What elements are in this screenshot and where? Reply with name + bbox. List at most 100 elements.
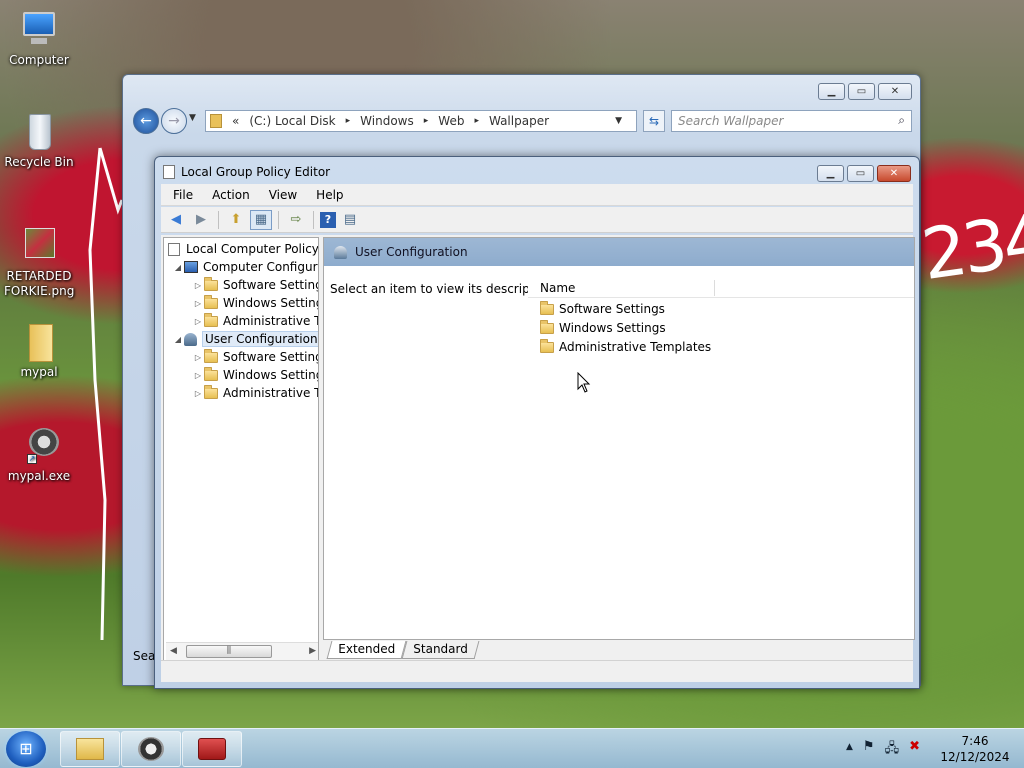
search-input[interactable]: Search Wallpaper ⌕ [671, 110, 912, 132]
toolbar-separator [278, 210, 279, 229]
expand-arrow-icon[interactable]: ▷ [192, 371, 204, 380]
recycle-bin-icon [17, 112, 61, 152]
forward-button[interactable]: → [161, 108, 187, 134]
breadcrumb-web[interactable]: Web [438, 114, 464, 128]
forward-arrow-icon[interactable]: ▶ [190, 210, 212, 230]
desktop-icon-label: Recycle Bin [4, 155, 74, 169]
system-clock[interactable]: 7:46 12/12/2024 [940, 733, 1010, 765]
tree-item-user-windows-settings[interactable]: ▷ Windows Setting [192, 366, 318, 384]
list-item-windows-settings[interactable]: Windows Settings [540, 319, 666, 335]
recent-pages-dropdown[interactable]: ▼ [189, 113, 196, 123]
column-header-name[interactable]: Name [540, 281, 575, 295]
column-divider[interactable] [714, 280, 715, 296]
system-tray: ▲ ⚑ 🖧 ✖ [846, 739, 920, 761]
tree-item-local-computer-policy[interactable]: Local Computer Policy [168, 240, 319, 258]
details-pane: User Configuration Select an item to vie… [323, 237, 915, 640]
breadcrumb-separator[interactable]: ▸ [424, 116, 429, 126]
expand-arrow-icon[interactable]: ▷ [192, 317, 204, 326]
desktop-icon-image-file[interactable]: RETARDED FORKIE.png [4, 226, 74, 299]
show-hidden-icons-icon[interactable]: ▲ [846, 739, 853, 761]
show-hide-console-tree-icon[interactable]: ▦ [250, 209, 272, 230]
console-tree[interactable]: Local Computer Policy ◢ Computer Configu… [163, 237, 319, 661]
tree-item-label: Computer Configura [203, 260, 319, 274]
folder-icon [540, 319, 554, 334]
menu-file[interactable]: File [161, 188, 200, 202]
toolbar-separator [313, 210, 314, 229]
tab-extended[interactable]: Extended [326, 641, 407, 659]
collapse-arrow-icon[interactable]: ◢ [172, 335, 184, 344]
tree-item-label: Local Computer Policy [186, 242, 319, 256]
tree-item-label: Windows Setting [223, 296, 319, 310]
tree-item-label: User Configuration [202, 331, 318, 347]
taskbar-gpedit-button[interactable] [182, 731, 242, 767]
taskbar-mypal-button[interactable] [121, 731, 181, 767]
address-bar[interactable]: « (C:) Local Disk ▸ Windows ▸ Web ▸ Wall… [205, 110, 637, 132]
network-icon[interactable]: 🖧 [885, 739, 900, 761]
folder-icon [204, 294, 218, 309]
desktop-icon-computer[interactable]: Computer [4, 10, 74, 68]
tree-item-user-software-settings[interactable]: ▷ Software Settings [192, 348, 318, 366]
list-item-label: Administrative Templates [559, 340, 712, 354]
expand-arrow-icon[interactable]: ▷ [192, 389, 204, 398]
gpedit-window[interactable]: Local Group Policy Editor ▁ ▭ ✕ File Act… [154, 156, 920, 689]
scroll-right-arrow-icon[interactable]: ▶ [309, 646, 316, 656]
minimize-button[interactable]: ▁ [818, 83, 845, 100]
folder-icon [204, 312, 218, 327]
expand-arrow-icon[interactable]: ▷ [192, 353, 204, 362]
desktop-icon-mypal-exe[interactable]: ↗ mypal.exe [4, 426, 74, 484]
breadcrumb-local-disk[interactable]: (C:) Local Disk [249, 114, 335, 128]
back-arrow-icon[interactable]: ◀ [165, 210, 187, 230]
refresh-button[interactable]: ⇆ [643, 110, 665, 132]
collapse-arrow-icon[interactable]: ◢ [172, 263, 184, 272]
desktop-icon-recycle-bin[interactable]: Recycle Bin [4, 112, 74, 170]
breadcrumb-wallpaper[interactable]: Wallpaper [489, 114, 549, 128]
shortcut-arrow-icon: ↗ [27, 454, 37, 464]
back-button[interactable]: ← [133, 108, 159, 134]
scroll-left-arrow-icon[interactable]: ◀ [170, 646, 177, 656]
close-button[interactable]: ✕ [877, 165, 911, 182]
tree-item-computer-windows-settings[interactable]: ▷ Windows Setting [192, 294, 319, 312]
volume-muted-icon[interactable]: ✖ [909, 739, 920, 761]
computer-config-icon [184, 261, 198, 273]
window-title-text: Local Group Policy Editor [181, 165, 331, 179]
maximize-button[interactable]: ▭ [848, 83, 875, 100]
help-icon[interactable]: ? [320, 211, 336, 228]
tree-item-computer-administrative-templates[interactable]: ▷ Administrative Te [192, 312, 318, 330]
close-button[interactable]: ✕ [878, 83, 912, 100]
taskbar-explorer-button[interactable] [60, 731, 120, 767]
tree-item-computer-configuration[interactable]: ◢ Computer Configura [172, 258, 319, 276]
raccoon-app-icon [138, 737, 164, 761]
menu-action[interactable]: Action [200, 188, 257, 202]
user-config-icon [334, 245, 347, 259]
desktop-icon-mypal-folder[interactable]: mypal [4, 322, 74, 380]
status-bar [161, 660, 913, 682]
show-action-pane-icon[interactable]: ▤ [339, 210, 361, 230]
tab-standard[interactable]: Standard [401, 641, 480, 659]
tree-item-user-configuration[interactable]: ◢ User Configuration [172, 330, 318, 348]
breadcrumb-separator[interactable]: ▸ [346, 116, 351, 126]
menu-help[interactable]: Help [304, 188, 350, 202]
expand-arrow-icon[interactable]: ▷ [192, 281, 204, 290]
minimize-button[interactable]: ▁ [817, 165, 844, 182]
expand-arrow-icon[interactable]: ▷ [192, 299, 204, 308]
list-item-administrative-templates[interactable]: Administrative Templates [540, 338, 712, 354]
export-list-icon[interactable]: ⇨ [285, 210, 307, 230]
folder-icon [204, 276, 218, 291]
desktop-icon-label: mypal.exe [7, 469, 71, 483]
address-dropdown-icon[interactable]: ▼ [615, 116, 622, 126]
scrollbar-thumb[interactable]: ⫼ [186, 645, 272, 658]
action-center-flag-icon[interactable]: ⚑ [863, 739, 875, 761]
tree-item-computer-software-settings[interactable]: ▷ Software Settings [192, 276, 318, 294]
scribble-text: 234 [916, 197, 1024, 297]
tree-item-user-administrative-templates[interactable]: ▷ Administrative Te [192, 384, 318, 402]
breadcrumb-windows[interactable]: Windows [360, 114, 414, 128]
breadcrumb-separator[interactable]: ▸ [474, 116, 479, 126]
menu-view[interactable]: View [257, 188, 304, 202]
up-one-level-icon[interactable]: ⬆ [225, 210, 247, 230]
start-button[interactable]: ⊞ [6, 731, 46, 767]
tree-horizontal-scrollbar[interactable]: ◀ ⫼ ▶ [166, 642, 318, 660]
breadcrumb-overflow[interactable]: « [232, 114, 239, 128]
maximize-button[interactable]: ▭ [847, 165, 874, 182]
list-item-software-settings[interactable]: Software Settings [540, 300, 665, 316]
desktop-icon-label: RETARDED FORKIE.png [4, 269, 75, 298]
